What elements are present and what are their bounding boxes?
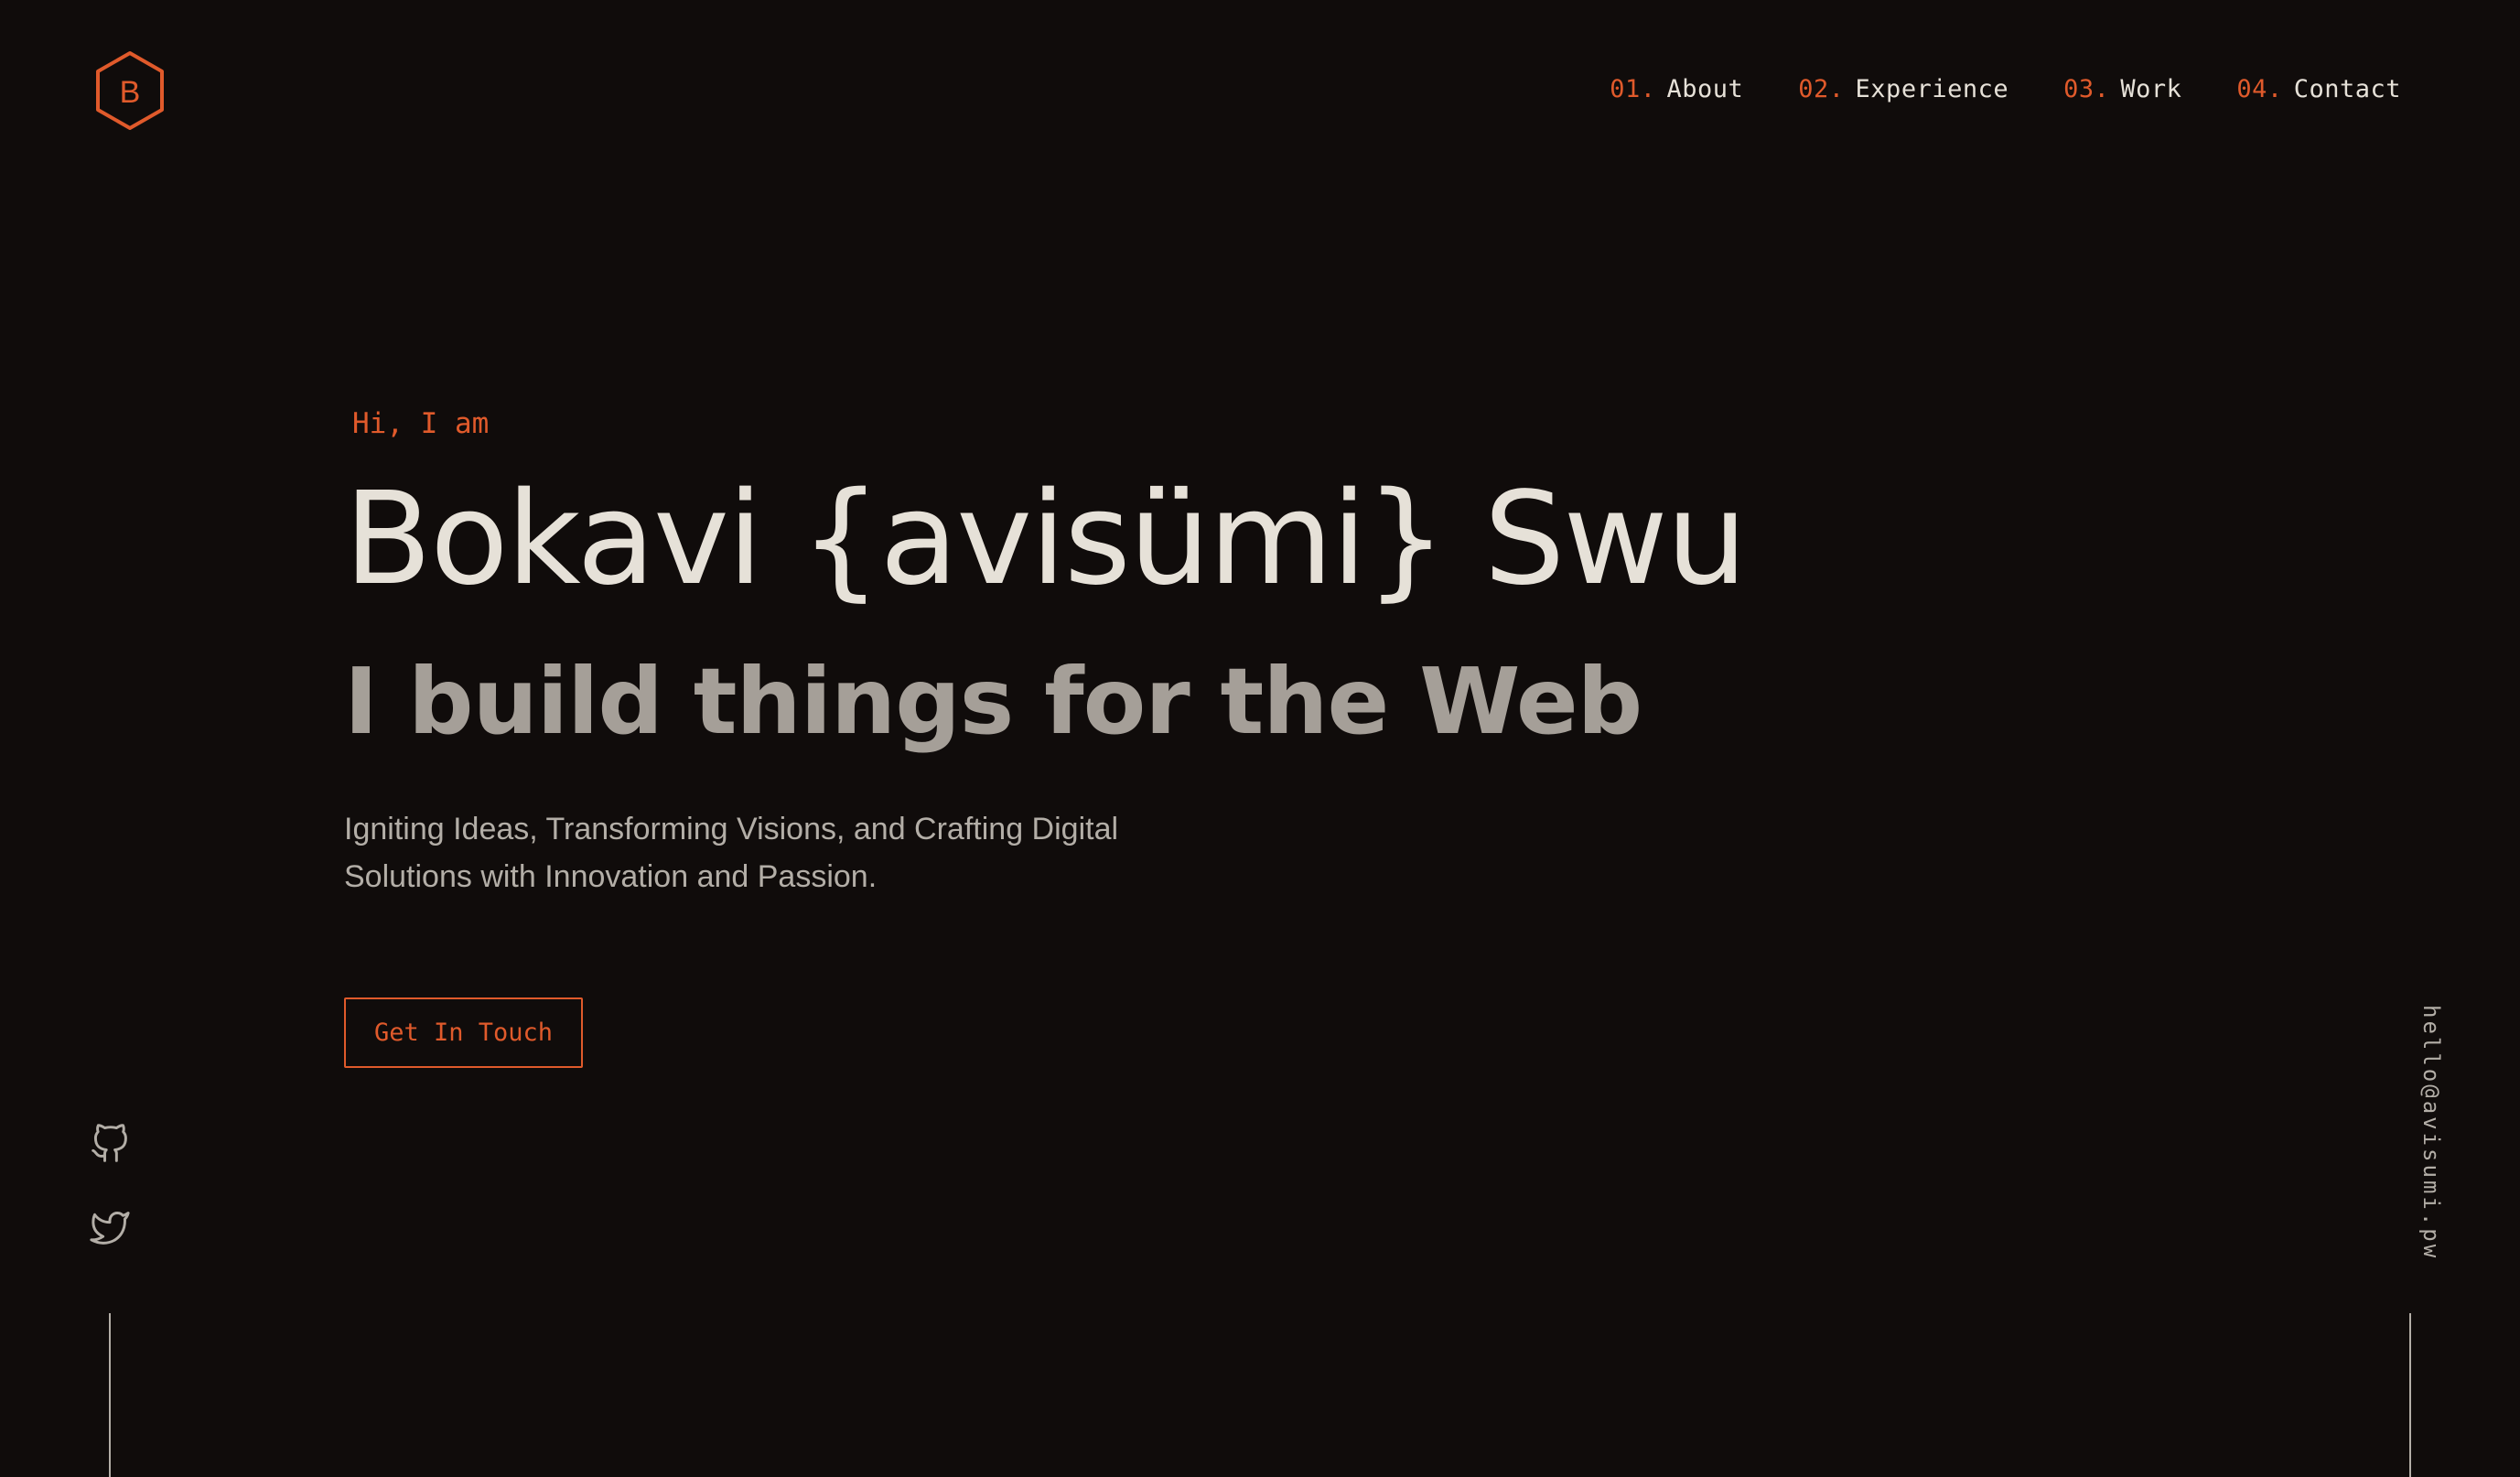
get-in-touch-button[interactable]: Get In Touch xyxy=(344,997,583,1068)
logo-letter: B xyxy=(120,75,141,110)
logo-link[interactable]: B xyxy=(94,50,166,131)
nav-item-experience[interactable]: 02. Experience xyxy=(1798,75,2008,103)
email-link[interactable]: hello@avisumi.pw xyxy=(2407,1005,2444,1270)
twitter-link[interactable] xyxy=(90,1208,130,1248)
nav-label: About xyxy=(1666,75,1744,103)
nav-item-work[interactable]: 03. Work xyxy=(2063,75,2181,103)
nav-number: 01. xyxy=(1610,75,1656,103)
nav-label: Experience xyxy=(1855,75,2009,103)
right-rail-line xyxy=(2409,1313,2411,1477)
nav-number: 03. xyxy=(2063,75,2110,103)
hero-greeting: Hi, I am xyxy=(352,407,490,440)
social-links xyxy=(90,1124,130,1292)
twitter-icon xyxy=(90,1212,130,1245)
nav-item-contact[interactable]: 04. Contact xyxy=(2236,75,2401,103)
left-rail-line xyxy=(109,1313,111,1477)
nav-item-about[interactable]: 01. About xyxy=(1610,75,1743,103)
main-nav: 01. About 02. Experience 03. Work 04. Co… xyxy=(1610,75,2401,103)
nav-label: Contact xyxy=(2293,75,2401,103)
nav-number: 04. xyxy=(2236,75,2283,103)
hero-name: Bokavi {avisümi} Swu xyxy=(344,465,1748,614)
hexagon-logo-icon: B xyxy=(96,51,164,130)
nav-number: 02. xyxy=(1798,75,1845,103)
hero-description: Igniting Ideas, Transforming Visions, an… xyxy=(344,812,1119,894)
github-icon xyxy=(92,1124,127,1162)
nav-label: Work xyxy=(2120,75,2182,103)
hero-tagline: I build things for the Web xyxy=(344,648,1642,755)
github-link[interactable] xyxy=(90,1124,130,1164)
